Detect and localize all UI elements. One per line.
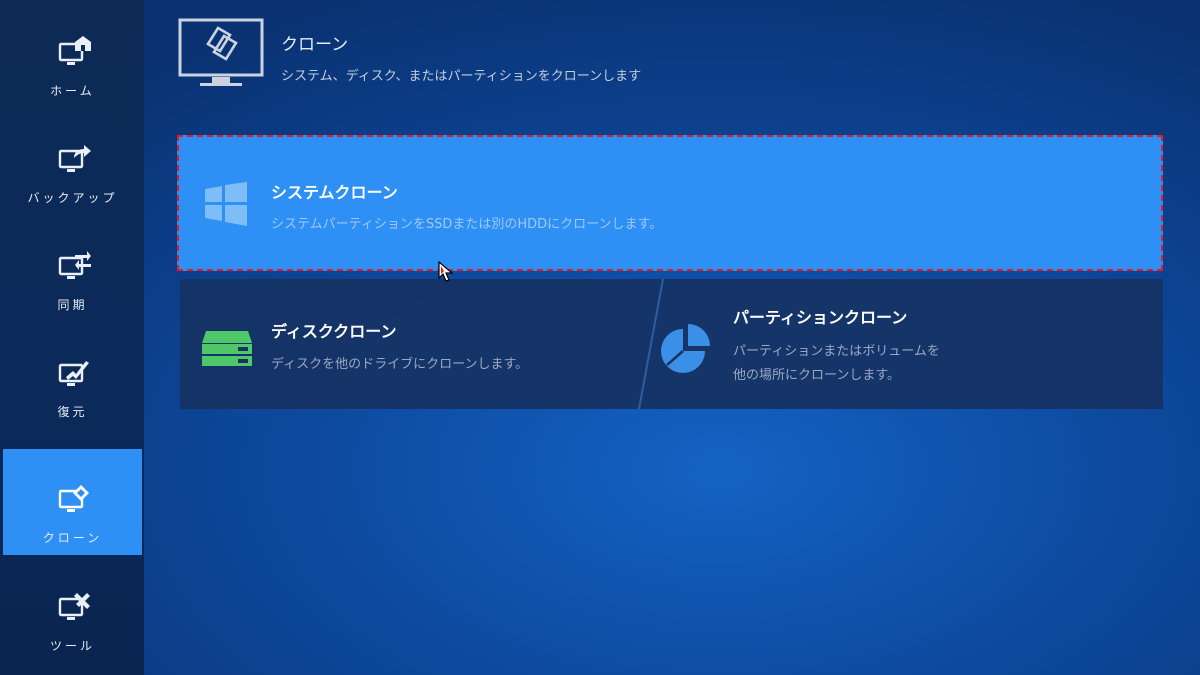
sidebar-item-label: バックアップ: [27, 191, 118, 205]
disk-clone-option[interactable]: ディスククローン ディスクを他のドライブにクローンします。: [180, 279, 658, 409]
tools-monitor-icon: [58, 593, 90, 620]
backup-monitor-icon: [58, 145, 91, 172]
sidebar-item-tools[interactable]: ツール: [3, 557, 142, 663]
sidebar-item-home[interactable]: ホーム: [3, 2, 142, 108]
disk-drive-icon: [202, 331, 252, 366]
sidebar-item-label: 同期: [57, 298, 88, 312]
partition-clone-option[interactable]: パーティションクローン パーティションまたはボリュームを 他の場所にクローンしま…: [661, 279, 1163, 409]
system-clone-option[interactable]: システムクローン システムパーティションをSSDまたは別のHDDにクローンします…: [177, 135, 1163, 271]
pie-chart-icon: [661, 324, 710, 373]
windows-logo-icon: [205, 182, 247, 226]
page-title: クローン: [281, 35, 349, 55]
sidebar-item-backup[interactable]: バックアップ: [3, 109, 142, 215]
sidebar-item-label: ホーム: [50, 84, 95, 98]
sidebar-item-sync[interactable]: 同期: [3, 216, 142, 322]
sidebar-item-label: クローン: [42, 531, 103, 545]
partition-clone-description-line2: 他の場所にクローンします。: [733, 368, 901, 383]
page-subtitle: システム、ディスク、またはパーティションをクローンします: [281, 69, 642, 84]
sidebar-item-label: 復元: [57, 405, 88, 419]
app-window: ホーム バックアップ 同期 復元 クローン ツール クローン システム、ディスク…: [0, 0, 1200, 675]
mouse-pointer-icon: [438, 261, 454, 282]
home-monitor-icon: [58, 36, 91, 65]
sidebar-item-restore[interactable]: 復元: [3, 323, 142, 429]
disk-clone-description: ディスクを他のドライブにクローンします。: [271, 357, 529, 372]
clone-monitor-icon: [178, 18, 264, 86]
partition-clone-title: パーティションクローン: [733, 308, 908, 327]
sync-monitor-icon: [58, 251, 91, 279]
clone-monitor-icon: [58, 485, 89, 512]
system-clone-description: システムパーティションをSSDまたは別のHDDにクローンします。: [271, 217, 663, 232]
sidebar-item-label: ツール: [49, 639, 95, 653]
restore-monitor-icon: [58, 361, 89, 386]
system-clone-title: システムクローン: [271, 183, 398, 202]
sidebar: ホーム バックアップ 同期 復元 クローン ツール: [0, 0, 144, 675]
disk-clone-title: ディスククローン: [271, 322, 397, 341]
sidebar-item-clone[interactable]: クローン: [3, 449, 142, 555]
partition-clone-description-line1: パーティションまたはボリュームを: [733, 344, 940, 359]
